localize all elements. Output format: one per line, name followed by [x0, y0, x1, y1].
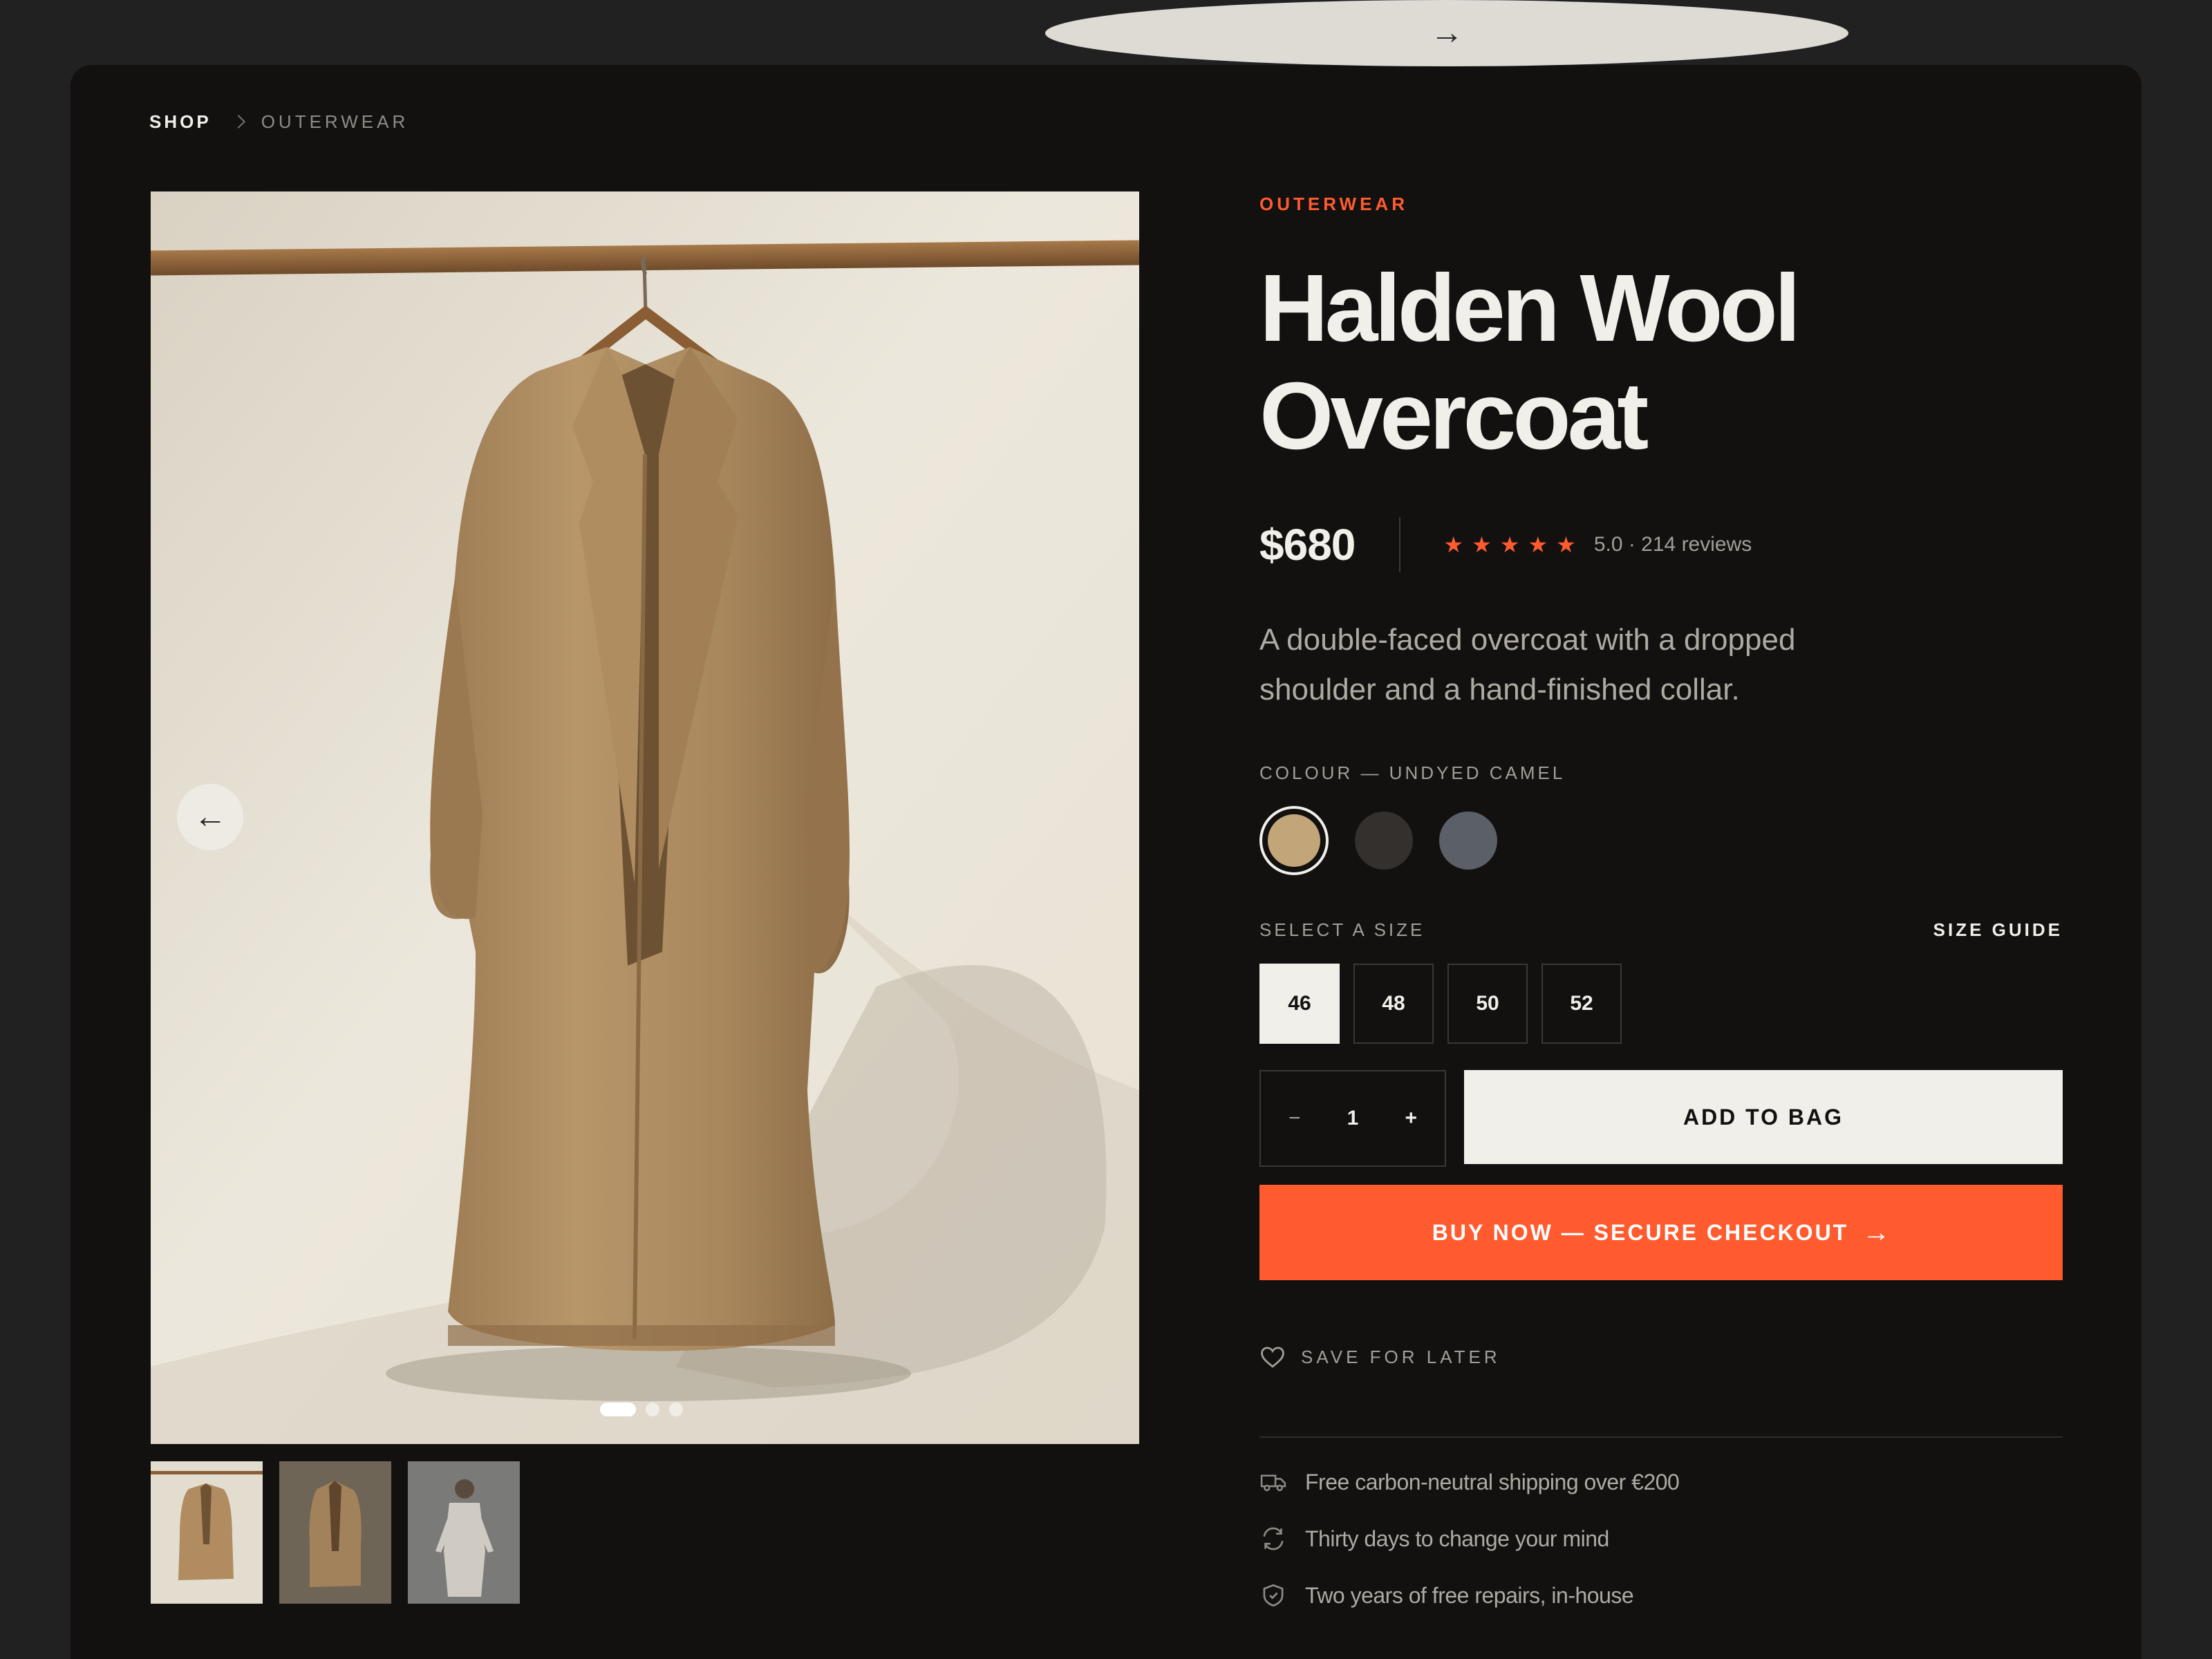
product-title: Halden Wool Overcoat [1259, 254, 1951, 470]
perk-repairs: Two years of free repairs, in-house [1259, 1582, 1679, 1609]
product-title-line-2: Overcoat [1259, 363, 1649, 469]
thumbnail-strip [151, 1461, 520, 1604]
size-options: 46 48 50 52 [1259, 964, 1622, 1044]
save-for-later-button[interactable]: SAVE FOR LATER [1259, 1345, 1501, 1369]
size-option-50[interactable]: 50 [1447, 964, 1528, 1044]
product-description: A double-faced overcoat with a dropped s… [1259, 623, 1796, 706]
perk-returns-text: Thirty days to change your mind [1305, 1526, 1609, 1551]
save-for-later-label: SAVE FOR LATER [1301, 1346, 1501, 1367]
breadcrumb-shop[interactable]: SHOP [149, 111, 212, 133]
chevron-right-icon [231, 115, 245, 129]
swatch-charcoal[interactable] [1355, 812, 1413, 870]
quantity-stepper: − 1 + [1259, 1070, 1446, 1167]
coat-photo [151, 191, 1139, 1444]
product-price: $680 [1259, 520, 1356, 570]
section-divider [1259, 1436, 2063, 1438]
prev-image-button[interactable]: ← [177, 784, 243, 850]
product-title-line-1: Halden Wool [1259, 255, 1801, 362]
colour-label: COLOUR — UNDYED CAMEL [1259, 762, 1566, 783]
quantity-value[interactable]: 1 [1347, 1107, 1359, 1130]
star-icon: ★ [1443, 532, 1464, 557]
buy-now-button[interactable]: BUY NOW — SECURE CHECKOUT → [1259, 1185, 2063, 1280]
size-option-48[interactable]: 48 [1353, 964, 1434, 1044]
size-label: SELECT A SIZE [1259, 919, 1425, 940]
shield-icon [1263, 1584, 1284, 1607]
arrow-left-icon: ← [194, 798, 227, 835]
carousel-dots [600, 1403, 683, 1416]
size-option-46[interactable]: 46 [1259, 964, 1340, 1044]
perks-list: Free carbon-neutral shipping over €200 T… [1259, 1468, 1680, 1609]
thumbnail-2[interactable] [279, 1461, 391, 1604]
colour-swatches [1259, 806, 1497, 875]
perk-repairs-text: Two years of free repairs, in-house [1305, 1582, 1634, 1608]
thumbnail-1[interactable] [151, 1461, 263, 1604]
carousel-dot-1[interactable] [600, 1403, 636, 1416]
swatch-undyed-camel[interactable] [1259, 806, 1329, 875]
refresh-icon [1263, 1527, 1284, 1550]
rating-summary[interactable]: 5.0 · 214 reviews [1594, 533, 1752, 556]
size-guide-link[interactable]: SIZE GUIDE [1933, 919, 2063, 941]
quantity-increase-button[interactable]: + [1405, 1107, 1417, 1130]
arrow-right-icon: → [1862, 1217, 1891, 1248]
perk-shipping: Free carbon-neutral shipping over €200 [1259, 1468, 1680, 1496]
product-category[interactable]: OUTERWEAR [1259, 194, 1408, 215]
divider [1399, 517, 1401, 572]
perk-returns: Thirty days to change your mind [1259, 1525, 1679, 1553]
arrow-right-icon: → [1430, 15, 1463, 51]
size-option-52[interactable]: 52 [1541, 964, 1622, 1044]
perk-shipping-text: Free carbon-neutral shipping over €200 [1305, 1469, 1680, 1494]
rating-stars[interactable]: ★ ★ ★ ★ ★ [1443, 534, 1575, 556]
add-to-bag-button[interactable]: ADD TO BAG [1464, 1070, 2063, 1164]
breadcrumb-outerwear[interactable]: OUTERWEAR [261, 111, 409, 133]
buy-now-label: BUY NOW — SECURE CHECKOUT [1432, 1219, 1849, 1245]
heart-icon [1261, 1347, 1284, 1368]
breadcrumb: SHOP OUTERWEAR [149, 111, 409, 133]
star-icon: ★ [1472, 532, 1492, 557]
carousel-dot-3[interactable] [669, 1403, 683, 1416]
swatch-slate[interactable] [1439, 812, 1497, 870]
star-icon: ★ [1528, 532, 1548, 557]
product-image [151, 191, 1139, 1444]
truck-icon [1260, 1474, 1286, 1492]
thumbnail-3[interactable] [408, 1461, 520, 1604]
carousel-dot-2[interactable] [646, 1403, 659, 1416]
star-icon: ★ [1556, 532, 1576, 557]
price-rating-row: $680 ★ ★ ★ ★ ★ 5.0 · 214 reviews [1259, 516, 1752, 574]
quantity-decrease-button[interactable]: − [1288, 1107, 1301, 1130]
next-image-button[interactable]: → [1045, 0, 1848, 66]
star-icon: ★ [1499, 532, 1520, 557]
